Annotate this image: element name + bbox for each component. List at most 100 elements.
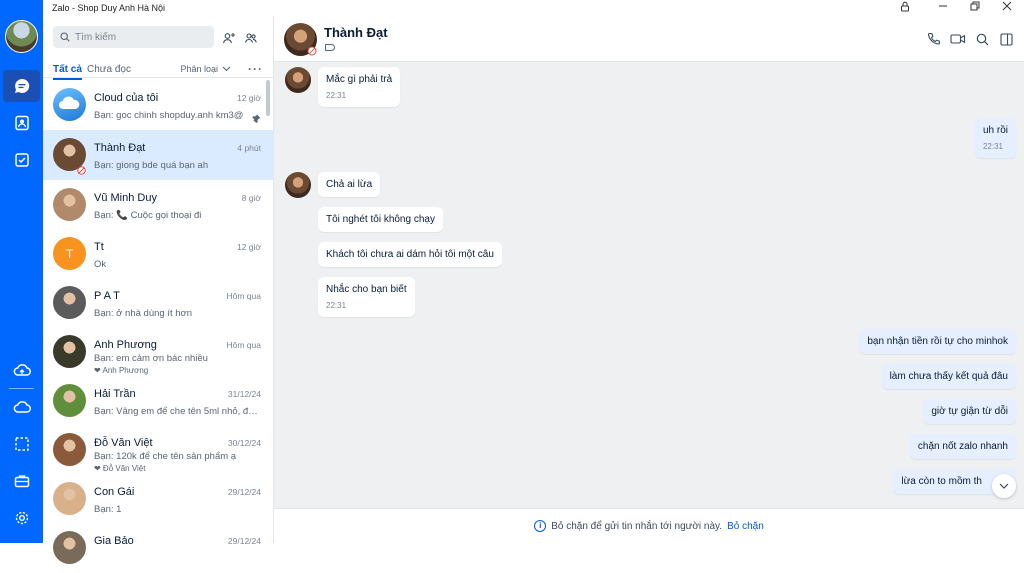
scroll-to-bottom-button[interactable] [992,474,1016,498]
conversation-name: Cloud của tôi [94,92,159,104]
message-in[interactable]: Nhắc cho bạn biết 22:31 [318,277,415,317]
conversation-item[interactable]: Cloud của tôi Bạn: goc chinh shopduy.anh … [43,80,273,130]
message-time: 22:31 [982,142,1004,151]
conversation-name: Tt [94,241,104,253]
conversation-preview: Bạn: Vâng em để che tên 5ml nhỏ, đơ... [94,406,259,417]
message-out[interactable]: chặn nốt zalo nhanh [909,434,1016,459]
tab-all[interactable]: Tất cả [53,64,82,80]
message-out[interactable]: làm chưa thấy kết quả đâu [881,364,1016,389]
conversation-preview: Bạn: 120k để che tên sản phẩm ạ [94,451,237,462]
nav-divider [9,388,34,389]
conversation-item[interactable]: P A T Bạn: ở nhà dùng ít hơn Hôm qua [43,278,273,328]
window-title: Zalo - Shop Duy Anh Hà Nội [52,3,166,13]
conversation-item[interactable]: Thành Đạt Bạn: giong bde quá bạn ah 4 phút [43,130,273,180]
chevron-down-icon [222,66,231,72]
conversation-name: Con Gái [94,486,135,498]
blocked-icon [77,162,86,180]
tab-unread[interactable]: Chưa đọc [87,64,131,75]
message-out[interactable]: uh rồi 22:31 [974,118,1016,158]
voice-call-icon[interactable] [925,30,943,48]
chevron-down-icon [999,483,1009,489]
screenshot-icon[interactable] [3,428,40,460]
conversation-list-panel: Tất cả Chưa đọc Phân loại ··· Cloud của … [43,16,274,564]
conversation-info-icon[interactable] [997,30,1015,48]
todo-icon[interactable] [3,144,40,176]
conversation-item[interactable]: T Tt Ok 12 giờ [43,229,273,279]
search-in-chat-icon[interactable] [973,30,991,48]
message-out[interactable]: giờ tự giận từ dỗi [923,399,1016,424]
message-in[interactable]: Tôi nghét tôi không chạy [318,207,443,232]
cloud-icon[interactable] [3,391,40,423]
blocked-notice-text: Bỏ chặn để gửi tin nhắn tới người này. [551,520,723,532]
chat-header: Thành Đạt [274,16,1024,62]
chat-icon[interactable] [3,70,40,102]
conversation-preview: Bạn: 1 [94,504,122,515]
blocked-notice-bar: i Bỏ chặn để gửi tin nhắn tới người này.… [274,508,1024,543]
blocked-icon [307,46,317,56]
avatar [53,482,86,515]
lock-icon[interactable] [898,1,912,15]
avatar [53,335,86,368]
sender-avatar [285,172,311,198]
search-box[interactable] [53,26,214,48]
message-text: giờ tự giận từ dỗi [931,406,1008,417]
search-input[interactable] [75,31,205,43]
message-area: Mắc gì phải trả 22:31 uh rồi 22:31 Chả a… [274,62,1024,508]
user-avatar[interactable] [5,20,38,53]
more-options-button[interactable]: ··· [248,62,263,76]
scrollbar[interactable] [266,80,270,116]
toolbox-icon[interactable] [3,465,40,497]
video-call-icon[interactable] [949,30,967,48]
settings-icon[interactable] [3,502,40,534]
message-out[interactable]: bạn nhận tiền rồi tự cho minhok [859,329,1016,354]
conversation-time: 12 giờ [236,242,261,252]
conversation-preview: Bạn: ở nhà dùng ít hơn [94,308,193,319]
contact-name[interactable]: Thành Đạt [324,25,388,40]
unblock-link[interactable]: Bỏ chặn [727,521,764,532]
restore-button[interactable] [968,1,982,15]
conversation-preview: Ok [94,259,107,270]
conversation-preview: Bạn: goc chinh shopduy.anh km3@ [94,110,244,121]
avatar [53,286,86,319]
conversation-preview: Bạn: giong bde quá bạn ah [94,160,209,171]
message-text: Tôi nghét tôi không chạy [326,214,435,225]
cloud-avatar-icon [53,88,86,121]
conversation-name: Anh Phương [94,339,157,351]
contacts-icon[interactable] [3,107,40,139]
message-in[interactable]: Khách tôi chưa ai dám hỏi tôi một câu [318,242,502,267]
conversation-item[interactable]: Đỗ Văn Việt Bạn: 120k để che tên sản phẩm… [43,425,273,475]
message-in[interactable]: Chả ai lừa [318,172,381,197]
conversation-item[interactable]: Con Gái Bạn: 1 29/12/24 [43,474,273,524]
message-text: uh rồi [982,125,1008,136]
message-text: làm chưa thấy kết quả đâu [889,371,1008,382]
minimize-button[interactable] [936,1,950,15]
search-icon [60,32,70,42]
conversation-item[interactable]: Vũ Minh Duy Bạn: 📞 Cuộc gọi thoại đi 8 giờ [43,180,273,230]
create-group-icon[interactable] [242,29,260,47]
message-text: Chả ai lừa [326,179,373,190]
message-time: 22:31 [326,301,347,310]
conversation-item[interactable]: Hải Trần Bạn: Vâng em để che tên 5ml nhỏ,… [43,376,273,426]
sort-dropdown[interactable]: Phân loại [180,64,231,74]
pin-icon [252,110,261,128]
close-button[interactable] [1000,1,1014,15]
conversation-item[interactable]: Anh Phương Bạn: em cảm ơn bác nhiều ❤ Anh … [43,327,273,377]
message-text: Mắc gì phải trả [326,74,393,85]
conversation-time: 4 phút [237,143,261,153]
conversation-item[interactable]: Gia Bảo 29/12/24 [43,523,273,573]
conversation-time: Hôm qua [226,340,262,350]
conversation-preview: Bạn: em cảm ơn bác nhiều [94,353,208,364]
filter-tabs: Tất cả Chưa đọc Phân loại ··· [53,62,265,80]
conversation-time: 30/12/24 [227,438,261,448]
cloud-sync-icon[interactable] [3,354,40,386]
tag-icon[interactable] [325,44,335,51]
conversation-name: Gia Bảo [94,535,134,547]
main-nav [0,0,43,543]
conversation-preview: Bạn: 📞 Cuộc gọi thoại đi [94,210,202,221]
tab-divider [43,77,273,78]
add-friend-icon[interactable] [220,29,238,47]
reaction-label: ❤ Đỗ Văn Việt [94,464,146,473]
avatar [53,188,86,221]
message-in[interactable]: Mắc gì phải trả 22:31 [318,67,401,107]
conversation-name: Thành Đạt [94,142,146,154]
